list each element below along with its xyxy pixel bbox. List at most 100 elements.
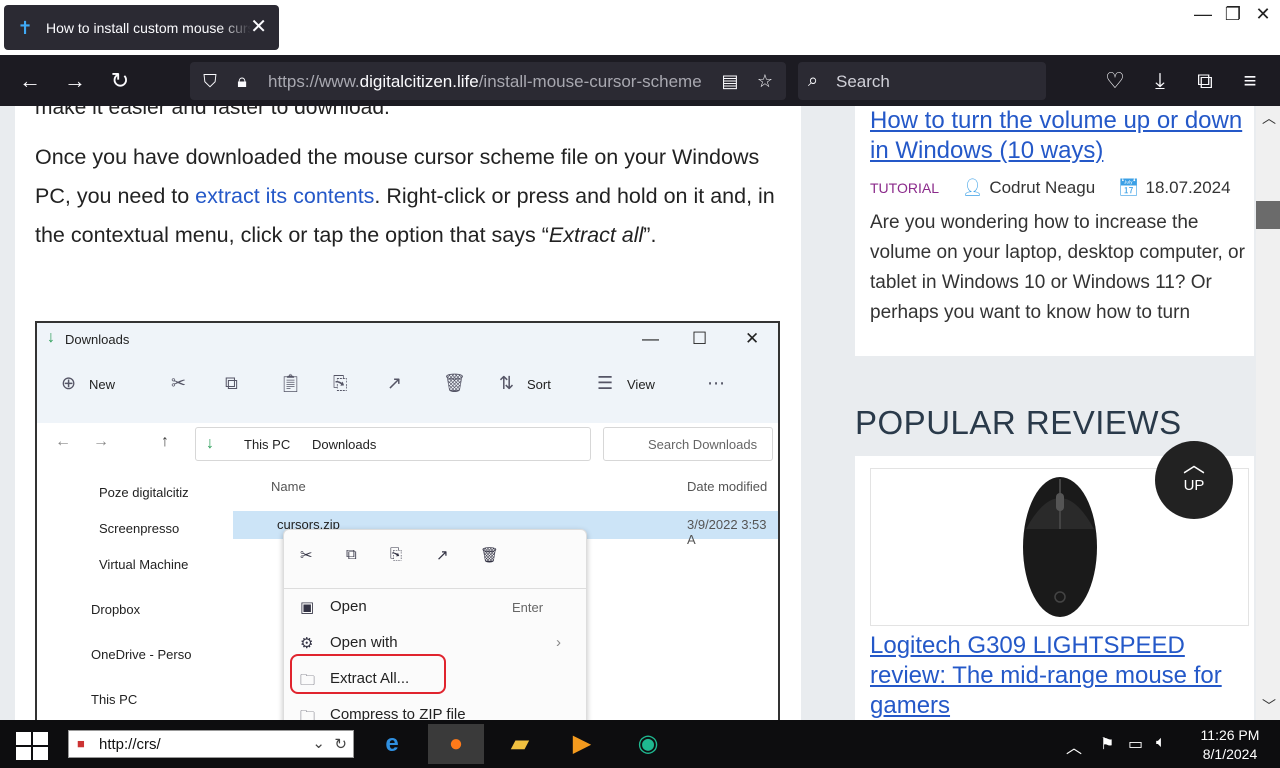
- author-icon: 👤︎: [961, 178, 984, 197]
- new-icon: ⊕: [61, 373, 77, 393]
- nav-this-pc: This PC: [91, 692, 138, 707]
- edge-icon[interactable]: ◉: [620, 724, 676, 764]
- category-tag[interactable]: TUTORIAL: [870, 180, 939, 196]
- clock-time: 11:26 PM: [1200, 727, 1260, 743]
- more-icon: ⋯: [707, 373, 725, 393]
- file-explorer-icon[interactable]: ▰: [492, 724, 548, 764]
- explorer-up-icon: ↑: [161, 433, 169, 450]
- tab-close-icon[interactable]: ✕: [250, 17, 267, 37]
- clock-date: 8/1/2024: [1202, 746, 1258, 762]
- address-dropdown-icon[interactable]: ⌄: [312, 734, 325, 752]
- ctx-cut-icon: ✂: [300, 547, 313, 564]
- sort-label: Sort: [527, 377, 551, 392]
- windows-taskbar: ■ http://crs/ ⌄ ↻ e ● ▰ ▶ ◉ ︿ ⚑ ▭ 🔈︎ 11:…: [0, 720, 1280, 768]
- firefox-icon[interactable]: ●: [428, 724, 484, 764]
- ctx-delete-icon: 🗑︎: [480, 547, 500, 564]
- explorer-sidebar: Poze digitalcitiz Screenpresso Virtual M…: [37, 467, 202, 720]
- explorer-forward-icon: →: [93, 433, 109, 450]
- search-placeholder: Search: [836, 72, 890, 91]
- up-label: UP: [1183, 477, 1205, 494]
- folder-virtual-machine: Virtual Machine: [99, 557, 189, 572]
- extract-contents-link[interactable]: extract its contents: [195, 184, 374, 208]
- scrollbar-thumb[interactable]: [1256, 201, 1280, 229]
- folder-poze: Poze digitalcitiz: [99, 485, 189, 500]
- menu-icon[interactable]: ≡: [1235, 66, 1265, 96]
- taskbar-address-text: http://crs/: [99, 736, 161, 753]
- shield-icon[interactable]: ⛉: [198, 69, 222, 93]
- related-article-excerpt: Are you wondering how to increase the vo…: [870, 212, 1245, 323]
- crumb-this-pc: This PC: [244, 437, 291, 452]
- media-player-icon[interactable]: ▶: [554, 724, 610, 764]
- popular-reviews-heading: POPULAR REVIEWS: [855, 404, 1182, 441]
- article-body: make it easier and faster to download. O…: [15, 106, 801, 720]
- ctx-open: Open: [330, 598, 367, 615]
- publish-date: 18.07.2024: [1145, 178, 1231, 197]
- article-meta: TUTORIAL 👤︎ Codrut Neagu 📅︎ 18.07.2024: [870, 178, 1231, 198]
- paste-icon: 📋︎: [279, 373, 302, 393]
- network-icon[interactable]: ▭: [1128, 734, 1143, 754]
- paragraph-extract: Once you have downloaded the mouse curso…: [35, 145, 775, 247]
- crumb-downloads: Downloads: [312, 437, 377, 452]
- scroll-to-top-button[interactable]: ︿ UP: [1155, 441, 1233, 519]
- back-button[interactable]: ←: [15, 66, 45, 96]
- lock-icon[interactable]: 🔒︎: [230, 69, 254, 93]
- ctx-open-shortcut: Enter: [512, 600, 544, 615]
- ctx-extract-all: Extract All...: [330, 670, 410, 687]
- explorer-minimize-icon: —: [642, 329, 659, 348]
- review-title[interactable]: Logitech G309 LIGHTSPEED review: The mid…: [870, 631, 1250, 720]
- restore-button[interactable]: ❐: [1218, 4, 1248, 28]
- cut-icon: ✂: [171, 373, 187, 393]
- column-date-modified: Date modified: [687, 479, 768, 494]
- site-favicon-icon: ✝: [17, 17, 33, 38]
- ctx-open-with-icon: ⚙: [300, 635, 314, 652]
- navigation-toolbar: ← → ↻ ⛉ 🔒︎ https://www.digitalcitizen.li…: [0, 55, 1280, 106]
- explorer-back-icon: ←: [55, 433, 71, 450]
- close-window-button[interactable]: ✕: [1248, 4, 1278, 28]
- scroll-up-arrow-icon[interactable]: ︿: [1262, 108, 1276, 128]
- sort-icon: ⇅: [499, 373, 515, 393]
- start-button[interactable]: [14, 730, 50, 760]
- internet-explorer-icon[interactable]: e: [364, 724, 420, 764]
- share-icon: ↗: [387, 373, 403, 393]
- forward-button[interactable]: →: [60, 66, 90, 96]
- ctx-share-icon: ↗: [436, 547, 449, 564]
- copy-icon: ⧉: [225, 373, 238, 393]
- address-download-icon: ↓: [206, 435, 214, 452]
- delete-icon: 🗑︎: [443, 373, 466, 393]
- bookmark-star-icon[interactable]: ☆: [753, 69, 777, 93]
- ctx-open-with: Open with: [330, 634, 398, 651]
- page-viewport: make it easier and faster to download. O…: [0, 106, 1256, 720]
- taskbar-address-input[interactable]: ■ http://crs/ ⌄ ↻: [68, 730, 354, 758]
- pocket-icon[interactable]: ♡: [1100, 66, 1130, 96]
- ctx-copy-icon: ⧉: [346, 546, 357, 563]
- scroll-down-arrow-icon[interactable]: ﹀: [1262, 696, 1276, 716]
- view-label: View: [627, 377, 655, 392]
- explorer-header: ↓ Downloads — ☐ ✕ ⊕ New ✂ ⧉ 📋︎ ⎘ ↗ 🗑︎ ⇅ …: [37, 323, 778, 423]
- address-refresh-icon[interactable]: ↻: [334, 735, 347, 753]
- file-date: 3/9/2022 3:53 A: [687, 517, 767, 547]
- tray-chevron-icon[interactable]: ︿: [1066, 734, 1082, 758]
- ctx-open-icon: ▣: [300, 599, 315, 616]
- explorer-search-box: Search Downloads: [603, 427, 773, 461]
- author-name[interactable]: Codrut Neagu: [989, 178, 1095, 197]
- view-icon: ☰: [597, 373, 614, 393]
- page-scrollbar[interactable]: ︿ ﹀: [1256, 106, 1280, 720]
- chevron-up-icon: ︿: [1182, 452, 1205, 477]
- downloads-icon[interactable]: ⤓: [1145, 66, 1175, 96]
- related-article-title[interactable]: How to turn the volume up or down in Win…: [870, 106, 1250, 166]
- browser-tab[interactable]: ✝ How to install custom mouse cursor sch…: [4, 5, 279, 50]
- explorer-title: Downloads: [65, 332, 130, 347]
- ctx-divider: [284, 588, 586, 589]
- action-center-flag-icon[interactable]: ⚑: [1100, 734, 1114, 754]
- reload-button[interactable]: ↻: [105, 66, 135, 96]
- reader-view-icon[interactable]: ▤: [718, 69, 742, 93]
- url-text[interactable]: https://www.digitalcitizen.life/install-…: [268, 72, 708, 92]
- paragraph-cut: make it easier and faster to download.: [35, 106, 390, 119]
- minimize-button[interactable]: —: [1188, 4, 1218, 28]
- extensions-icon[interactable]: ⧉: [1190, 66, 1220, 96]
- volume-muted-icon[interactable]: 🔈︎: [1156, 734, 1166, 752]
- search-input[interactable]: ⌕ Search: [798, 62, 1046, 100]
- system-clock[interactable]: 11:26 PM 8/1/2024: [1190, 726, 1270, 764]
- column-name: Name: [271, 479, 306, 494]
- url-bar[interactable]: ⛉ 🔒︎ https://www.digitalcitizen.life/ins…: [190, 62, 786, 100]
